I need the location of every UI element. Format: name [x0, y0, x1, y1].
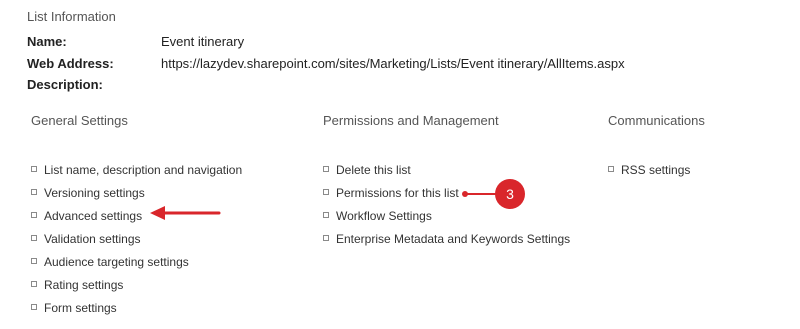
bullet-icon: [31, 166, 37, 172]
permissions-management-list: Delete this list Permissions for this li…: [323, 163, 570, 255]
bullet-icon: [31, 281, 37, 287]
link-enterprise-metadata-keywords-settings[interactable]: Enterprise Metadata and Keywords Setting…: [323, 232, 570, 255]
link-label: Workflow Settings: [336, 209, 432, 223]
communications-list: RSS settings: [608, 163, 690, 186]
bullet-icon: [31, 304, 37, 310]
list-information-title: List Information: [27, 9, 116, 24]
bullet-icon: [608, 166, 614, 172]
link-audience-targeting-settings[interactable]: Audience targeting settings: [31, 255, 242, 278]
link-label: Form settings: [44, 301, 117, 315]
general-settings-header: General Settings: [31, 113, 128, 128]
web-address-label: Web Address:: [27, 56, 114, 71]
info-row-name: Name: Event itinerary: [27, 34, 244, 49]
name-value: Event itinerary: [161, 34, 245, 49]
link-workflow-settings[interactable]: Workflow Settings: [323, 209, 570, 232]
link-label: Delete this list: [336, 163, 411, 177]
link-list-name-description-navigation[interactable]: List name, description and navigation: [31, 163, 242, 186]
bullet-icon: [323, 212, 329, 218]
link-label: Audience targeting settings: [44, 255, 189, 269]
name-label: Name:: [27, 34, 67, 49]
bullet-icon: [323, 235, 329, 241]
link-validation-settings[interactable]: Validation settings: [31, 232, 242, 255]
link-rating-settings[interactable]: Rating settings: [31, 278, 242, 301]
bullet-icon: [31, 189, 37, 195]
link-permissions-for-this-list[interactable]: Permissions for this list: [323, 186, 570, 209]
link-label: Validation settings: [44, 232, 141, 246]
link-label: Enterprise Metadata and Keywords Setting…: [336, 232, 571, 246]
link-label: List name, description and navigation: [44, 163, 243, 177]
link-label: Advanced settings: [44, 209, 143, 223]
info-row-description: Description:: [27, 77, 161, 92]
link-versioning-settings[interactable]: Versioning settings: [31, 186, 242, 209]
web-address-value: https://lazydev.sharepoint.com/sites/Mar…: [161, 56, 625, 71]
link-rss-settings[interactable]: RSS settings: [608, 163, 690, 186]
bullet-icon: [323, 166, 329, 172]
link-label: RSS settings: [621, 163, 691, 177]
general-settings-list: List name, description and navigation Ve…: [31, 163, 242, 324]
link-label: Versioning settings: [44, 186, 145, 200]
info-row-web-address: Web Address: https://lazydev.sharepoint.c…: [27, 56, 625, 71]
permissions-management-header: Permissions and Management: [323, 113, 499, 128]
link-label: Permissions for this list: [336, 186, 459, 200]
bullet-icon: [31, 258, 37, 264]
description-label: Description:: [27, 77, 103, 92]
link-advanced-settings[interactable]: Advanced settings: [31, 209, 242, 232]
communications-header: Communications: [608, 113, 705, 128]
link-label: Rating settings: [44, 278, 124, 292]
bullet-icon: [323, 189, 329, 195]
link-delete-this-list[interactable]: Delete this list: [323, 163, 570, 186]
bullet-icon: [31, 235, 37, 241]
link-form-settings[interactable]: Form settings: [31, 301, 242, 324]
bullet-icon: [31, 212, 37, 218]
